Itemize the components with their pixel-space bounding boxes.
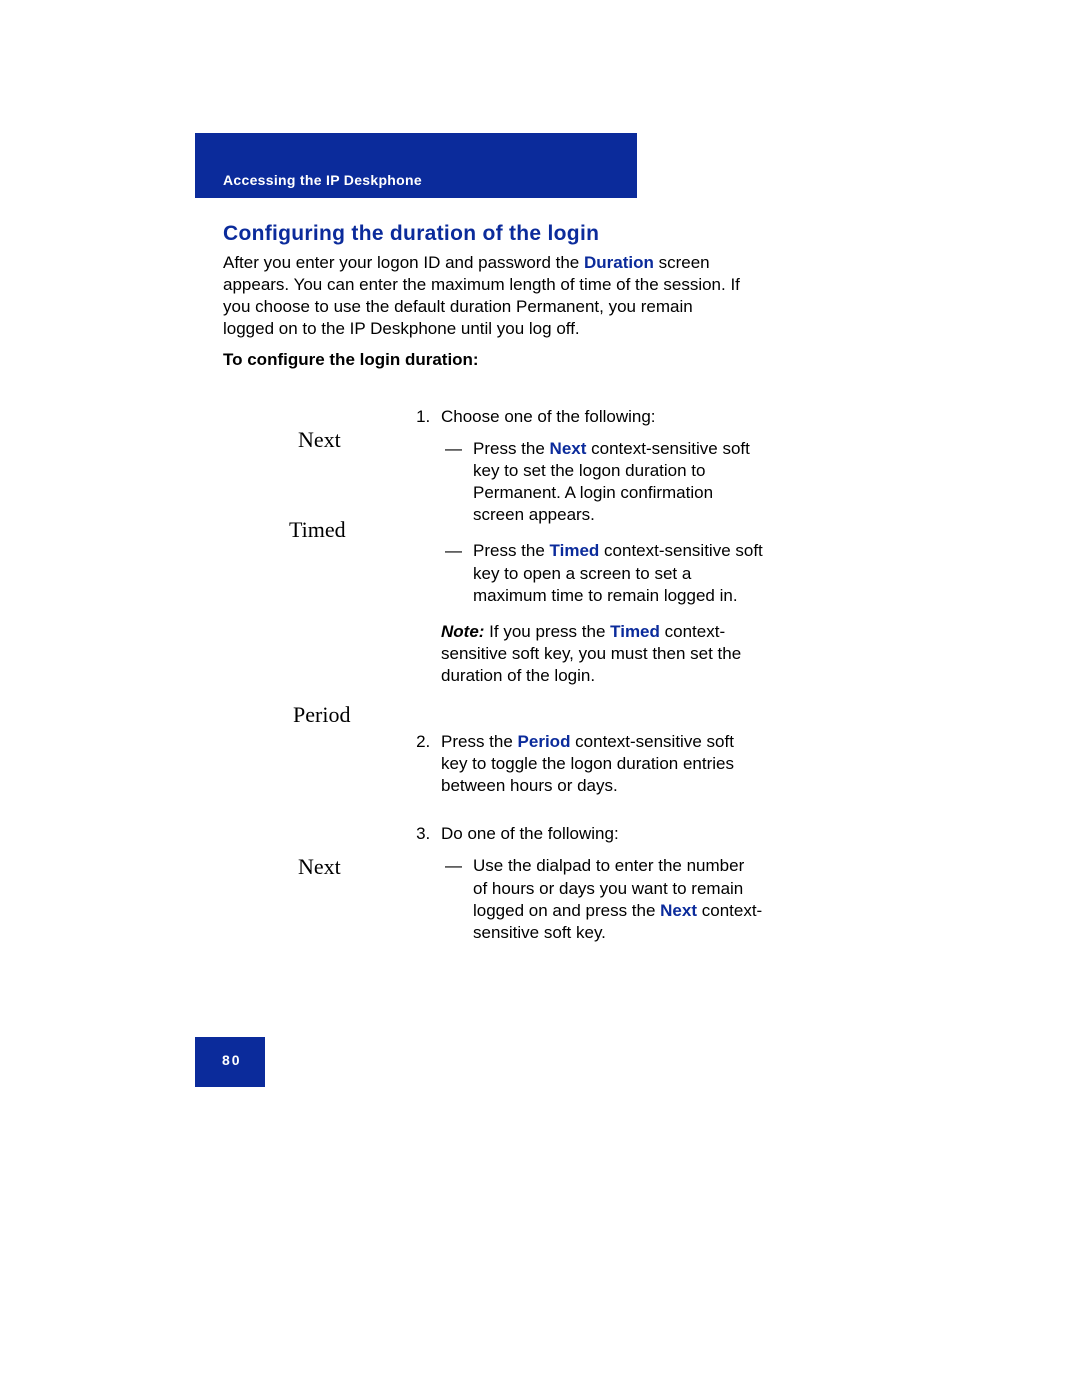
header-section: Accessing the IP Deskphone (223, 172, 422, 188)
dash-icon: — (441, 855, 473, 943)
step-1: Choose one of the following: — Press the… (435, 406, 763, 687)
step-3: Do one of the following: — Use the dialp… (435, 823, 763, 943)
step-3-option-a: — Use the dialpad to enter the number of… (441, 855, 763, 943)
intro-duration-link: Duration (584, 253, 654, 272)
step-1b-link: Timed (550, 541, 600, 560)
step-1-option-b: — Press the Timed context-sensitive soft… (441, 540, 763, 606)
step-1b-pre: Press the (473, 541, 550, 560)
intro-text-pre: After you enter your logon ID and passwo… (223, 253, 584, 272)
note-pre: If you press the (484, 622, 610, 641)
softkey-next: Next (298, 427, 341, 453)
step-2-pre: Press the (441, 732, 518, 751)
dash-icon: — (441, 540, 473, 606)
step-1-note: Note: If you press the Timed context-sen… (441, 621, 763, 687)
header-bar: Accessing the IP Deskphone (195, 133, 637, 198)
step-3a-link: Next (660, 901, 697, 920)
procedure-heading: To configure the login duration: (223, 350, 479, 370)
softkey-next-2: Next (298, 854, 341, 880)
intro-paragraph: After you enter your logon ID and passwo… (223, 252, 743, 340)
softkey-timed: Timed (289, 517, 346, 543)
note-label: Note: (441, 622, 484, 641)
note-link: Timed (610, 622, 660, 641)
steps-container: Choose one of the following: — Press the… (413, 406, 763, 966)
step-1-lead: Choose one of the following: (441, 407, 656, 426)
step-1a-pre: Press the (473, 439, 550, 458)
step-1a-link: Next (550, 439, 587, 458)
step-2: Press the Period context-sensitive soft … (435, 731, 763, 797)
page-number: 80 (222, 1052, 242, 1068)
step-3-lead: Do one of the following: (441, 824, 619, 843)
step-2-link: Period (518, 732, 571, 751)
step-1-option-a: — Press the Next context-sensitive soft … (441, 438, 763, 526)
dash-icon: — (441, 438, 473, 526)
page-title: Configuring the duration of the login (223, 222, 599, 246)
softkey-period: Period (293, 702, 350, 728)
